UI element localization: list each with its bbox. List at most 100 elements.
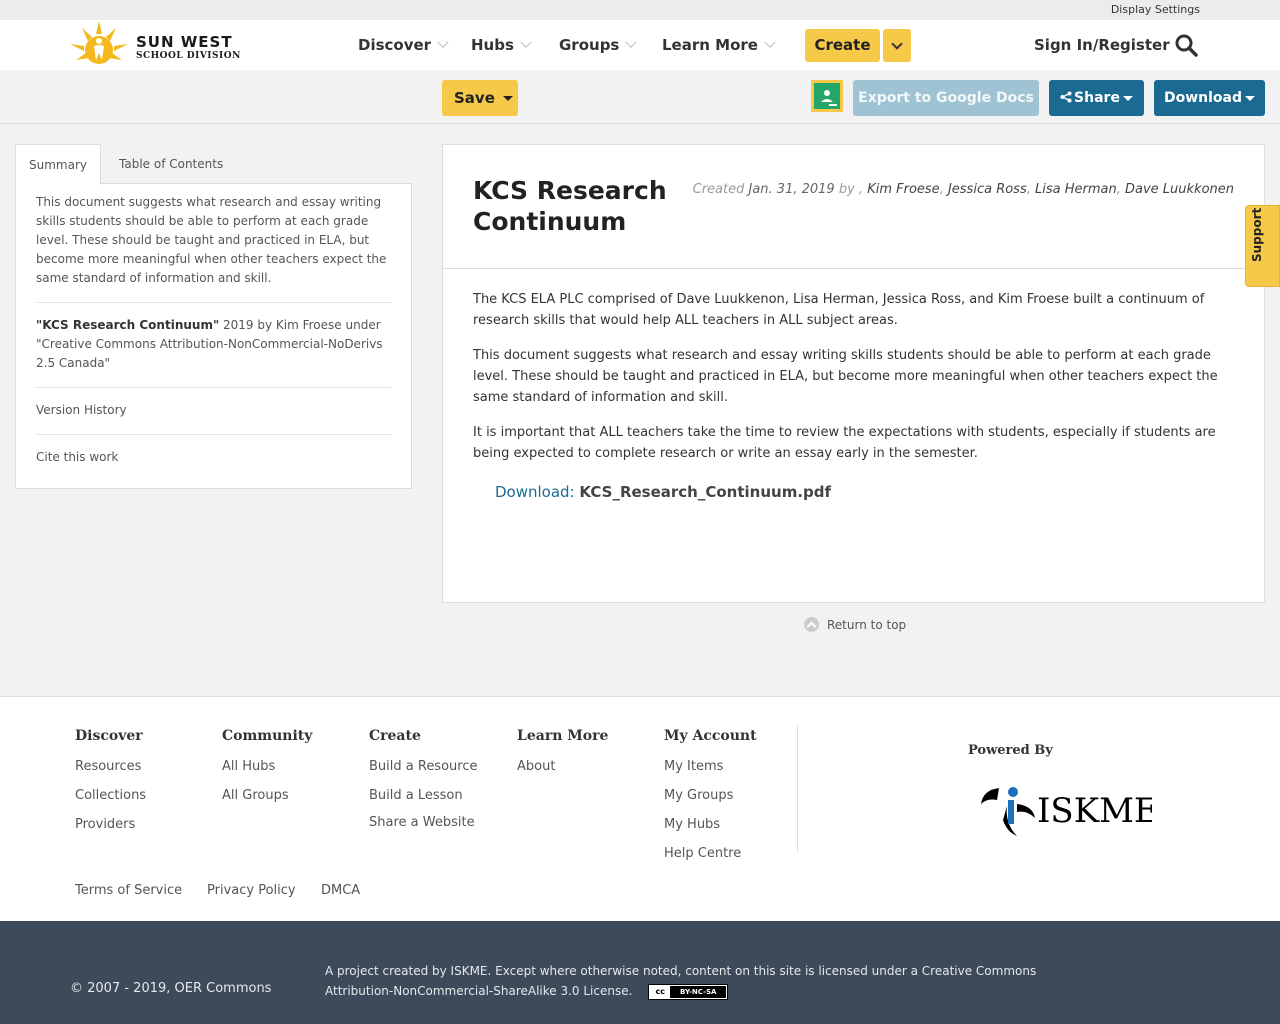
footer-col-create: Create Build a Resource Build a Lesson S… xyxy=(369,728,477,843)
caret-down-icon xyxy=(1245,95,1256,101)
display-settings-link[interactable]: Display Settings xyxy=(1111,3,1200,16)
footer-link-all-groups[interactable]: All Groups xyxy=(222,787,312,805)
footer-col-my-account: My Account My Items My Groups My Hubs He… xyxy=(664,728,757,874)
resource-toolbar: Save Export to Google Docs Share Downloa… xyxy=(0,70,1280,124)
tab-table-of-contents[interactable]: Table of Contents xyxy=(119,144,223,184)
create-button[interactable]: Create xyxy=(805,29,880,62)
footer-divider xyxy=(797,726,798,852)
footer-link-providers[interactable]: Providers xyxy=(75,816,146,834)
save-button-label: Save xyxy=(454,89,495,107)
footer-separator xyxy=(0,649,1280,697)
nav-learn-more-label: Learn More xyxy=(662,36,758,54)
sign-in-register-link[interactable]: Sign In/Register xyxy=(1034,36,1170,54)
footer-heading: My Account xyxy=(664,728,757,744)
create-dropdown-button[interactable] xyxy=(883,29,911,62)
version-history-link[interactable]: Version History xyxy=(36,388,391,435)
footer-link-collections[interactable]: Collections xyxy=(75,787,146,805)
export-google-docs-button[interactable]: Export to Google Docs xyxy=(853,80,1039,116)
footer-link-resources[interactable]: Resources xyxy=(75,758,146,776)
footer-privacy-link[interactable]: Privacy Policy xyxy=(207,883,296,898)
copyright-text: © 2007 - 2019, OER Commons xyxy=(70,981,272,996)
footer-link-share-website[interactable]: Share a Website xyxy=(369,814,477,832)
nav-groups[interactable]: Groups xyxy=(559,36,638,54)
cc-icon: cc xyxy=(650,985,671,998)
save-button[interactable]: Save xyxy=(442,80,518,116)
caret-down-icon xyxy=(502,96,513,101)
google-classroom-icon[interactable] xyxy=(811,80,843,112)
sun-logo-icon xyxy=(70,21,128,64)
share-icon xyxy=(1060,91,1072,103)
author-link[interactable]: Dave Luukkonen xyxy=(1125,182,1234,197)
nav-learn-more[interactable]: Learn More xyxy=(662,36,776,54)
footer-link-help-centre[interactable]: Help Centre xyxy=(664,845,757,863)
cc-terms: BY-NC-SA xyxy=(670,985,727,998)
footer-heading: Learn More xyxy=(517,728,609,744)
nav-discover[interactable]: Discover xyxy=(358,36,449,54)
chevron-down-icon xyxy=(764,36,776,48)
return-to-top-link[interactable]: Return to top xyxy=(804,617,906,632)
site-header: SUN WEST SCHOOL DIVISION Discover Hubs G… xyxy=(0,20,1280,70)
share-button-label: Share xyxy=(1074,90,1120,106)
by-label: by , xyxy=(838,182,864,197)
sun-west-logo[interactable]: SUN WEST SCHOOL DIVISION xyxy=(68,20,243,70)
file-download-link[interactable]: Download: KCS_Research_Continuum.pdf xyxy=(495,483,831,501)
cite-work-link[interactable]: Cite this work xyxy=(36,435,391,481)
author-link[interactable]: Kim Froese xyxy=(867,182,939,197)
footer-link-about[interactable]: About xyxy=(517,758,608,776)
footer-bottom-bar: © 2007 - 2019, OER Commons A project cre… xyxy=(0,921,1280,1024)
footer-heading: Create xyxy=(369,728,421,744)
footer-dmca-link[interactable]: DMCA xyxy=(321,883,360,898)
nav-groups-label: Groups xyxy=(559,36,620,54)
chevron-down-icon xyxy=(891,38,903,50)
footer-link-all-hubs[interactable]: All Hubs xyxy=(222,758,312,776)
author-link[interactable]: Lisa Herman xyxy=(1035,182,1117,197)
footer-link-my-hubs[interactable]: My Hubs xyxy=(664,816,757,834)
summary-panel: This document suggests what research and… xyxy=(15,183,412,489)
page-title: KCS Research Continuum xyxy=(473,176,667,236)
site-footer: Discover Resources Collections Providers… xyxy=(0,698,1280,921)
brand-name: SUN WEST xyxy=(136,33,233,51)
cc-license-badge[interactable]: cc BY-NC-SA xyxy=(648,983,729,1000)
footer-heading: Discover xyxy=(75,728,143,744)
return-to-top-label: Return to top xyxy=(827,617,907,632)
divider xyxy=(443,268,1264,269)
download-button-label: Download xyxy=(1163,90,1243,106)
footer-link-my-items[interactable]: My Items xyxy=(664,758,757,776)
footer-col-community: Community All Hubs All Groups xyxy=(222,728,312,816)
iskme-logo-text: ISKME xyxy=(1037,791,1152,831)
nav-discover-label: Discover xyxy=(358,36,432,54)
share-button[interactable]: Share xyxy=(1049,80,1144,116)
search-icon[interactable] xyxy=(1174,33,1198,57)
attribution: "KCS Research Continuum" 2019 by Kim Fro… xyxy=(36,303,391,388)
created-date: Jan. 31, 2019 xyxy=(748,182,835,197)
footer-heading: Community xyxy=(222,728,313,744)
description-paragraph: This document suggests what research and… xyxy=(473,348,1218,405)
nav-hubs-label: Hubs xyxy=(471,36,514,54)
download-filename: KCS_Research_Continuum.pdf xyxy=(579,483,832,501)
author-link[interactable]: Jessica Ross xyxy=(948,182,1027,197)
support-label: Support xyxy=(1250,207,1264,262)
resource-content-card: KCS Research Continuum Created Jan. 31, … xyxy=(442,144,1265,603)
footer-link-build-resource[interactable]: Build a Resource xyxy=(369,758,477,776)
footer-terms-link[interactable]: Terms of Service xyxy=(75,883,182,898)
download-button[interactable]: Download xyxy=(1154,80,1265,116)
chevron-up-icon xyxy=(804,617,819,632)
description-paragraph: It is important that ALL teachers take t… xyxy=(473,425,1216,461)
brand-subname: SCHOOL DIVISION xyxy=(136,51,241,61)
footer-link-build-lesson[interactable]: Build a Lesson xyxy=(369,787,477,805)
license-text: A project created by ISKME. Except where… xyxy=(325,961,1065,1001)
support-tab[interactable]: Support xyxy=(1245,205,1280,287)
download-label: Download: xyxy=(495,483,575,501)
footer-col-discover: Discover Resources Collections Providers xyxy=(75,728,146,845)
resource-sidebar: Summary Table of Contents This document … xyxy=(15,144,412,489)
powered-by-label: Powered By xyxy=(968,743,1053,758)
summary-text: This document suggests what research and… xyxy=(36,184,391,303)
nav-hubs[interactable]: Hubs xyxy=(471,36,532,54)
footer-link-my-groups[interactable]: My Groups xyxy=(664,787,757,805)
created-label: Created xyxy=(692,182,745,197)
iskme-logo[interactable]: ISKME xyxy=(977,780,1152,842)
chevron-down-icon xyxy=(437,36,449,48)
chevron-down-icon xyxy=(520,36,532,48)
resource-description: The KCS ELA PLC comprised of Dave Luukke… xyxy=(473,289,1235,478)
tab-summary[interactable]: Summary xyxy=(15,144,101,185)
